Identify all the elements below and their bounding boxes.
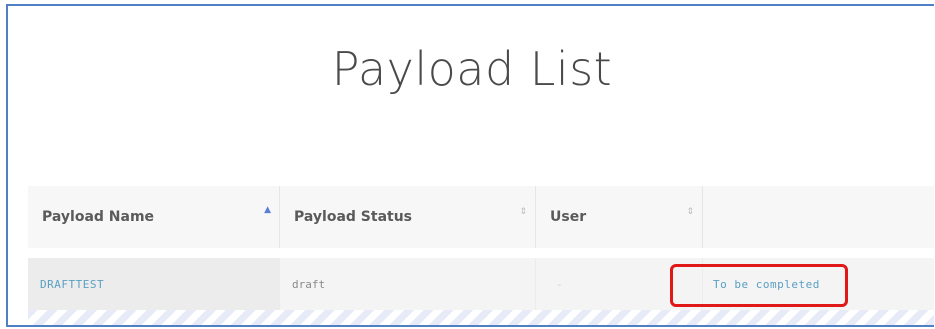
- column-header-user[interactable]: User ⇕: [536, 186, 703, 248]
- sort-both-icon[interactable]: ⇕: [519, 208, 527, 217]
- payload-status-text: draft: [292, 277, 326, 291]
- cell-user: -: [536, 258, 703, 310]
- column-header-action: [703, 186, 934, 248]
- table-spacer: [28, 248, 934, 258]
- column-header-label: Payload Status: [294, 209, 413, 225]
- table-header: Payload Name ▲ Payload Status ⇕ User ⇕: [28, 186, 934, 248]
- column-header-label: Payload Name: [42, 209, 155, 225]
- sort-asc-icon[interactable]: ▲: [264, 206, 271, 215]
- column-header-label: User: [550, 209, 587, 225]
- loading-row: [28, 310, 934, 325]
- sort-both-icon[interactable]: ⇕: [686, 208, 694, 217]
- column-header-payload-name[interactable]: Payload Name ▲: [28, 186, 280, 248]
- column-header-payload-status[interactable]: Payload Status ⇕: [280, 186, 536, 248]
- payload-name-link[interactable]: DRAFTTEST: [40, 278, 104, 291]
- page-title: Payload List: [331, 42, 613, 96]
- cell-payload-status: draft: [280, 258, 536, 310]
- table-row: DRAFTTEST draft - To be completed: [28, 258, 934, 310]
- user-text: -: [556, 277, 563, 291]
- to-be-completed-link[interactable]: To be completed: [713, 278, 820, 291]
- cell-payload-name: DRAFTTEST: [28, 258, 280, 310]
- payload-table: Payload Name ▲ Payload Status ⇕ User ⇕ D…: [28, 186, 934, 325]
- payload-list-panel: Payload List Payload Name ▲ Payload Stat…: [6, 4, 934, 327]
- cell-action: To be completed: [703, 258, 934, 310]
